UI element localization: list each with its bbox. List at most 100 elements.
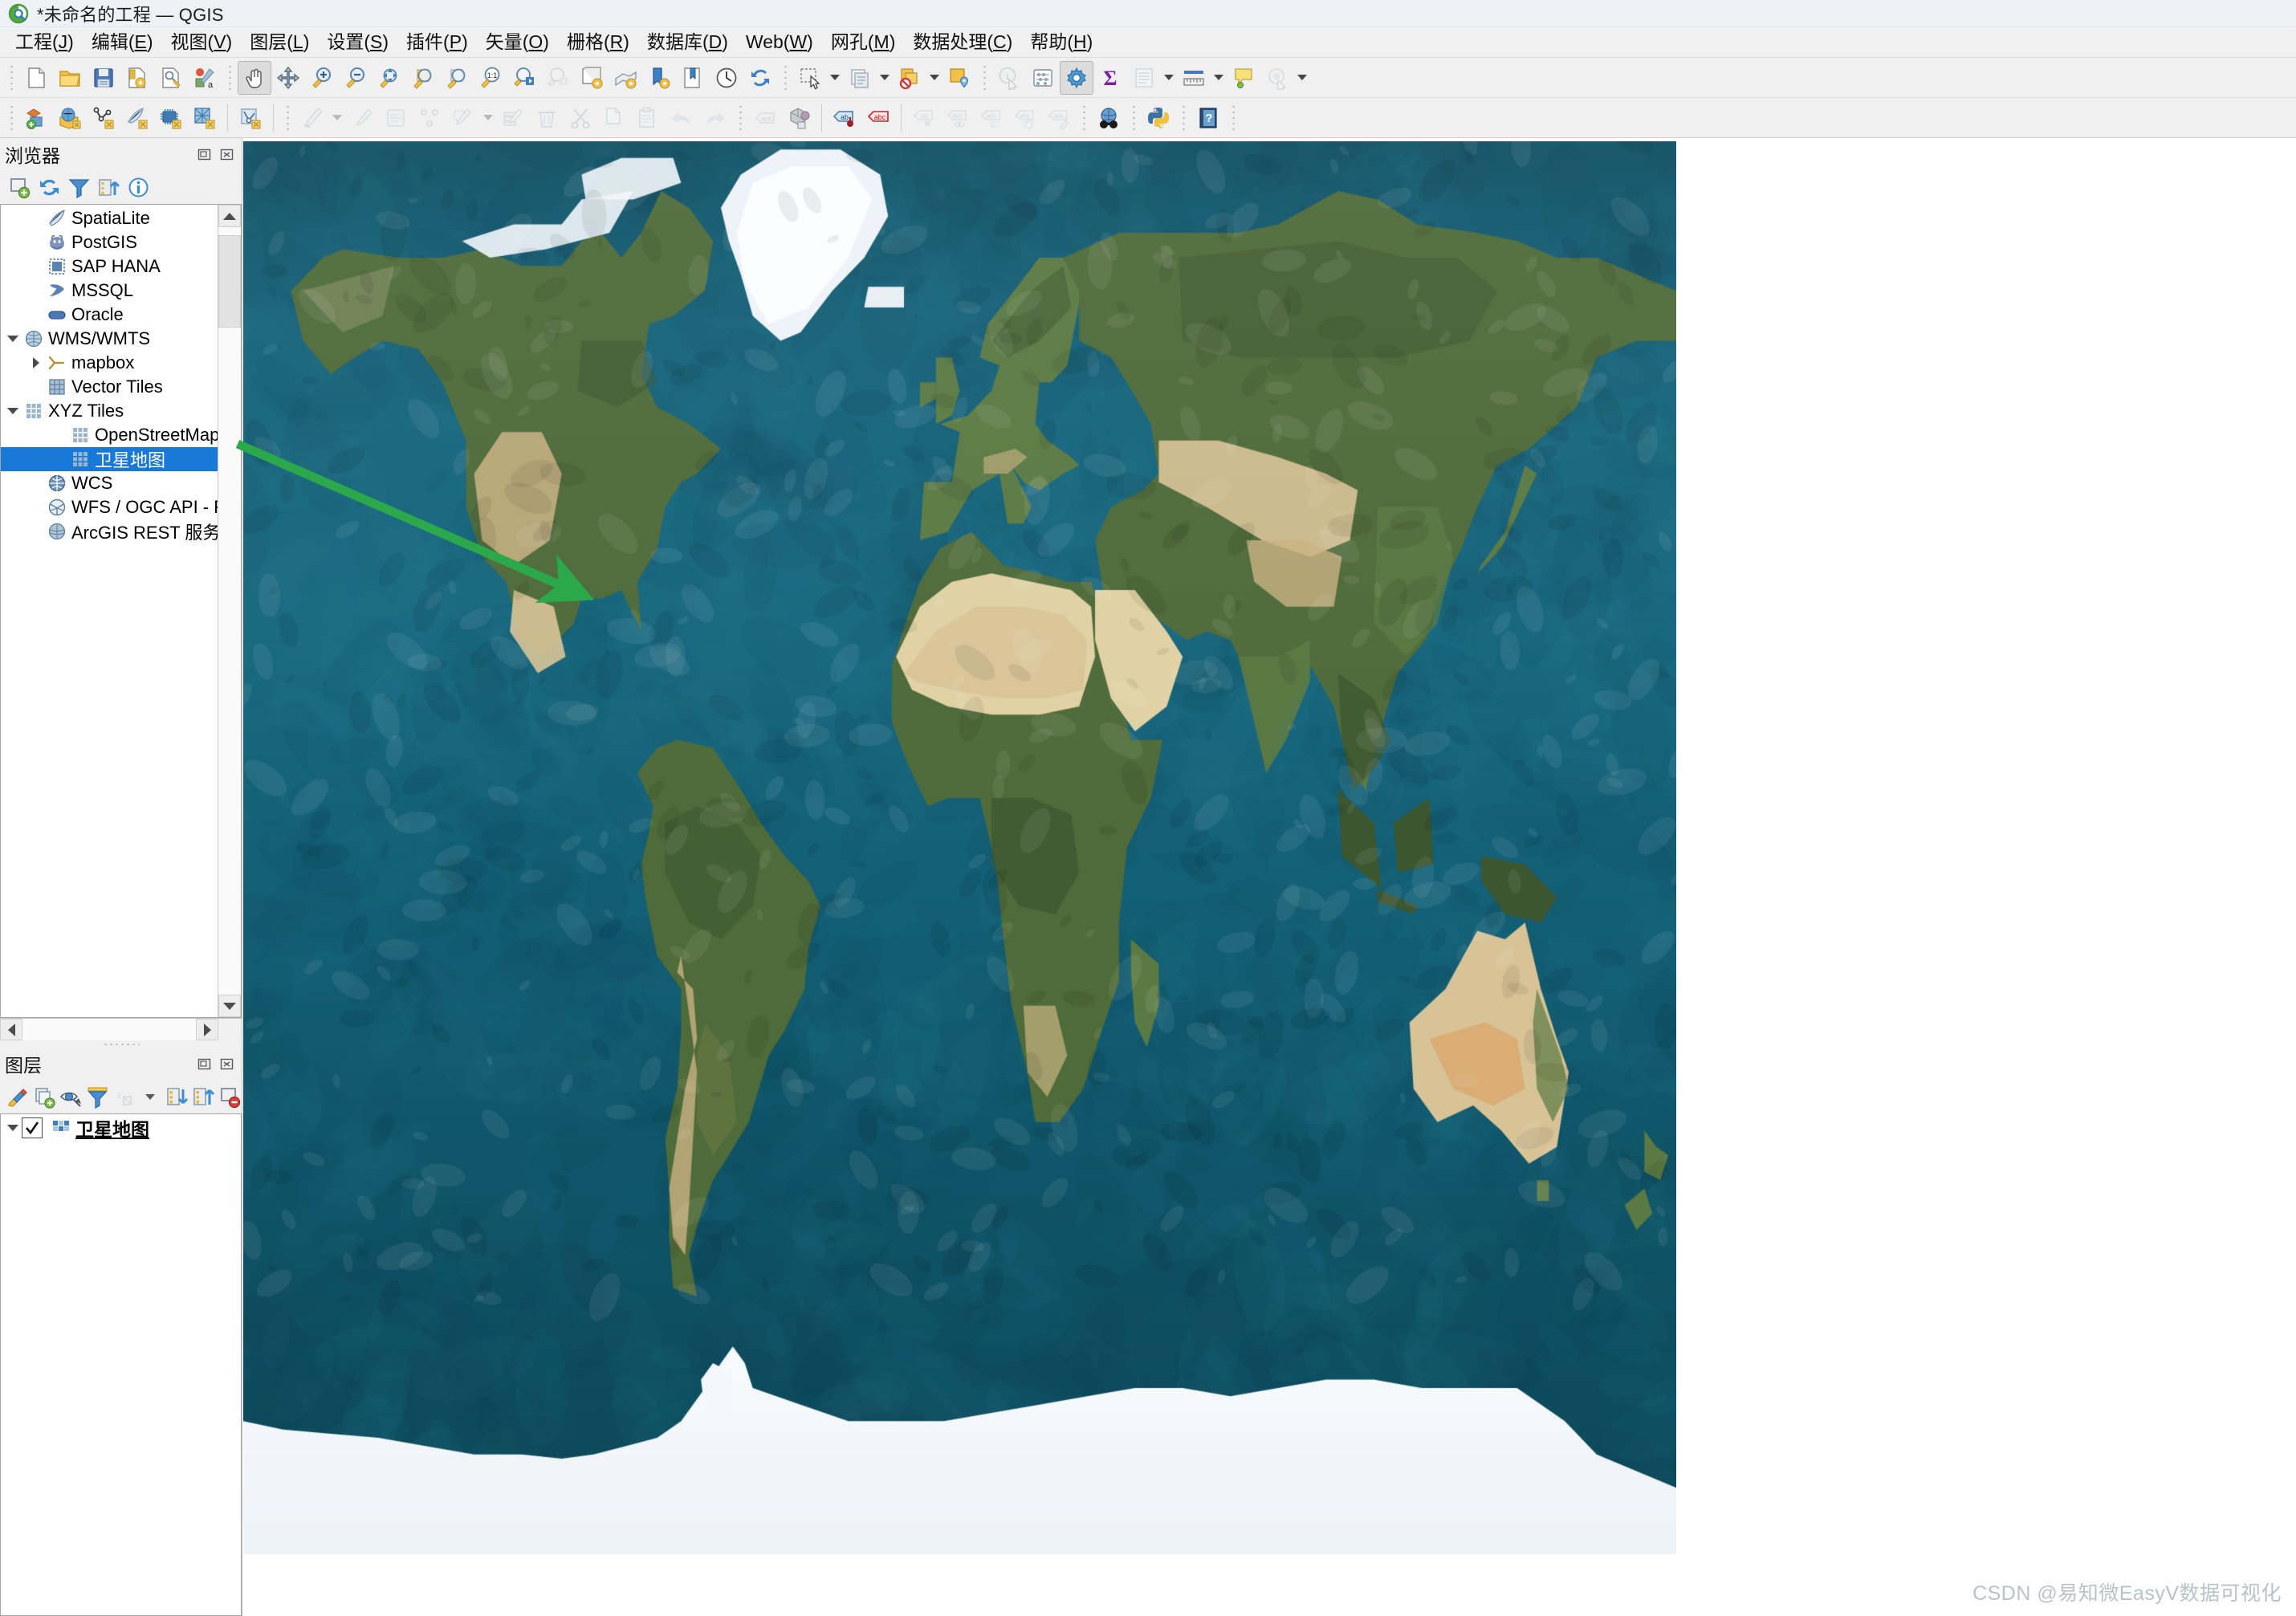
close-panel-icon[interactable]: [218, 1056, 235, 1073]
toolbar-handle[interactable]: [1130, 104, 1138, 132]
save-project-icon[interactable]: [87, 61, 120, 95]
zoom-in-icon[interactable]: [305, 61, 339, 95]
collapse-all-icon[interactable]: [95, 173, 122, 201]
help-icon[interactable]: ?: [1191, 101, 1225, 135]
collapse-all-icon[interactable]: [191, 1083, 215, 1110]
zoom-out-icon[interactable]: [339, 61, 372, 95]
browser-tree-item[interactable]: MSSQL: [1, 279, 218, 303]
pin-labels-icon[interactable]: ab: [907, 101, 941, 135]
browser-tree-item[interactable]: WFS / OGC API - Featu: [1, 495, 218, 519]
refresh-icon[interactable]: [35, 173, 63, 201]
new-map-view-icon[interactable]: [575, 61, 609, 95]
toolbar-handle[interactable]: [980, 64, 988, 92]
toolbar-handle[interactable]: [226, 64, 234, 92]
python-console-icon[interactable]: [1142, 101, 1175, 135]
toolbar-handle[interactable]: [1179, 104, 1187, 132]
new-project-icon[interactable]: [19, 61, 53, 95]
identify-features-icon[interactable]: i: [992, 61, 1026, 95]
browser-tree-item[interactable]: ArcGIS REST 服务器: [1, 519, 218, 543]
add-postgis-layer-icon[interactable]: [188, 101, 222, 135]
browser-horizontal-scrollbar[interactable]: [0, 1018, 242, 1040]
menu-d[interactable]: 数据库(D): [638, 30, 737, 55]
deselect-features-icon[interactable]: [893, 61, 926, 95]
chevron-down-icon[interactable]: [926, 61, 942, 95]
paste-features-icon[interactable]: [631, 101, 665, 135]
map-tips-icon[interactable]: [1227, 61, 1260, 95]
chevron-down-icon[interactable]: [329, 101, 345, 135]
scroll-track[interactable]: [218, 227, 241, 995]
browser-tree-item[interactable]: Oracle: [1, 303, 218, 327]
3d-icon[interactable]: [782, 101, 816, 135]
zoom-full-icon[interactable]: [372, 61, 406, 95]
show-bookmarks-icon[interactable]: [676, 61, 710, 95]
menu-v[interactable]: 视图(V): [162, 30, 242, 55]
toggle-editing-icon[interactable]: [295, 101, 329, 135]
zoom-last-icon[interactable]: [507, 61, 541, 95]
menu-o[interactable]: 矢量(O): [477, 30, 558, 55]
add-raster-layer-icon[interactable]: [53, 101, 87, 135]
browser-tree-item[interactable]: SpatiaLite: [1, 206, 218, 230]
float-panel-icon[interactable]: [196, 146, 213, 163]
browser-vertical-scrollbar[interactable]: [218, 205, 241, 1017]
menu-w[interactable]: Web(W): [737, 30, 822, 55]
remove-layer-icon[interactable]: [218, 1083, 242, 1110]
layers-tree[interactable]: 卫星地图: [0, 1113, 242, 1616]
menu-p[interactable]: 插件(P): [397, 30, 477, 55]
browser-tree-item[interactable]: XYZ Tiles: [1, 399, 218, 423]
new-shapefile-icon[interactable]: [234, 101, 267, 135]
select-by-location-icon[interactable]: [942, 61, 976, 95]
chevron-down-icon[interactable]: [480, 101, 496, 135]
undo-icon[interactable]: [665, 101, 698, 135]
scroll-thumb[interactable]: [218, 235, 241, 328]
cut-features-icon[interactable]: [564, 101, 597, 135]
chevron-down-icon[interactable]: [138, 1083, 162, 1110]
pan-map-icon[interactable]: [238, 61, 271, 95]
browser-tree-item[interactable]: PostGIS: [1, 230, 218, 254]
measure-icon[interactable]: [1177, 61, 1211, 95]
chevron-down-icon[interactable]: [1211, 61, 1227, 95]
select-value-icon[interactable]: [843, 61, 877, 95]
menu-c[interactable]: 数据处理(C): [904, 30, 1021, 55]
refresh-icon[interactable]: [743, 61, 777, 95]
zoom-next-icon[interactable]: [541, 61, 575, 95]
label-icon[interactable]: abc: [748, 101, 782, 135]
add-vector-layer-icon[interactable]: [19, 101, 53, 135]
manage-visibility-icon[interactable]: [59, 1083, 83, 1110]
layer-row[interactable]: 卫星地图: [1, 1114, 241, 1142]
chevron-down-icon[interactable]: [877, 61, 893, 95]
style-manager-icon[interactable]: a: [188, 61, 222, 95]
highlight-labels-icon[interactable]: abc: [861, 101, 895, 135]
scroll-left-icon[interactable]: [0, 1019, 22, 1040]
zoom-native-icon[interactable]: 1:1: [474, 61, 507, 95]
toolbar-handle[interactable]: [7, 64, 15, 92]
menu-l[interactable]: 图层(L): [241, 30, 318, 55]
browser-tree-item[interactable]: WMS/WMTS: [1, 327, 218, 351]
select-features-icon[interactable]: [793, 61, 827, 95]
temporal-controller-icon[interactable]: [710, 61, 743, 95]
add-mesh-layer-icon[interactable]: [87, 101, 120, 135]
metasearch-icon[interactable]: [1092, 101, 1126, 135]
panel-splitter[interactable]: [0, 1040, 242, 1048]
delete-selected-icon[interactable]: [530, 101, 564, 135]
open-layer-styling-icon[interactable]: [6, 1083, 30, 1110]
multi-edit-icon[interactable]: [496, 101, 530, 135]
rotate-label-icon[interactable]: abc: [1008, 101, 1042, 135]
new-3d-map-view-icon[interactable]: [609, 61, 642, 95]
options-icon[interactable]: [1060, 61, 1093, 95]
menu-j[interactable]: 工程(J): [6, 30, 83, 55]
toolbar-handle[interactable]: [283, 104, 291, 132]
add-layer-icon[interactable]: [6, 173, 33, 201]
chevron-down-icon[interactable]: [4, 408, 22, 414]
toolbar-handle[interactable]: [1229, 104, 1237, 132]
modify-attributes-icon[interactable]: [446, 101, 480, 135]
toolbar-handle[interactable]: [1080, 104, 1088, 132]
chevron-down-icon[interactable]: [1294, 61, 1310, 95]
browser-tree-item[interactable]: SAP HANA: [1, 254, 218, 279]
browser-tree[interactable]: SpatiaLitePostGISSAP HANAMSSQLOracleWMS/…: [1, 205, 218, 1017]
save-layer-edits-icon[interactable]: [345, 101, 379, 135]
properties-info-icon[interactable]: [124, 173, 152, 201]
vertex-tool-icon[interactable]: [379, 101, 413, 135]
menu-s[interactable]: 设置(S): [318, 30, 397, 55]
toolbar-handle[interactable]: [7, 104, 15, 132]
map-canvas[interactable]: CSDN @易知微EasyV数据可视化: [242, 138, 2296, 1616]
